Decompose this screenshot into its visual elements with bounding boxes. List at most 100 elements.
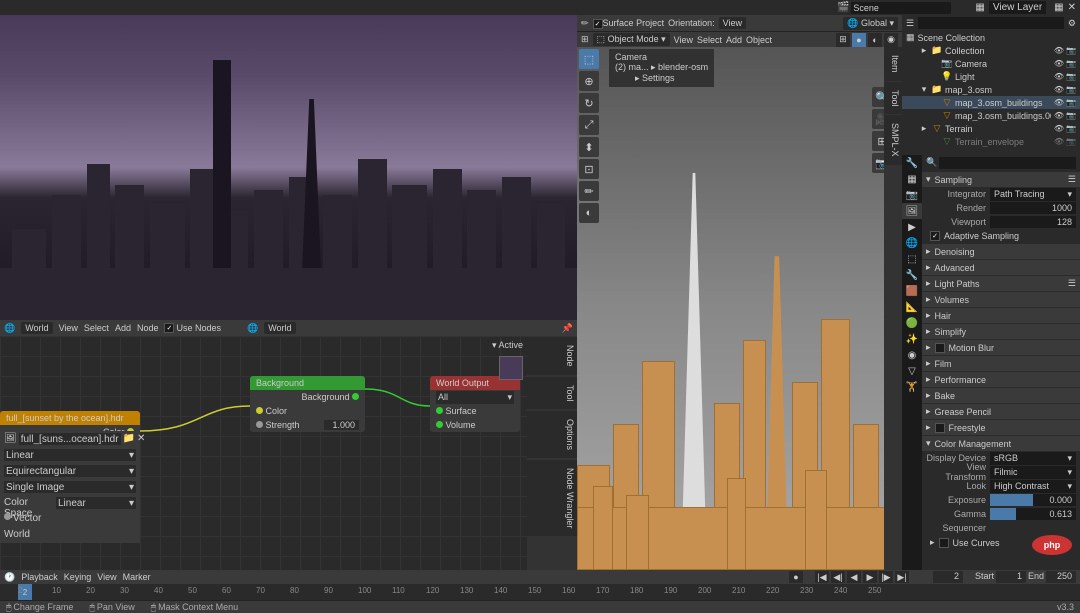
section-denoising[interactable]: ▸ Denoising: [922, 244, 1080, 259]
menu-node[interactable]: Node: [137, 323, 159, 333]
timeline-type-icon[interactable]: 🕐: [4, 572, 15, 583]
props-tab-6[interactable]: ⬚: [902, 251, 922, 267]
tl-view[interactable]: View: [97, 572, 116, 582]
props-tab-3[interactable]: 🖼: [902, 203, 922, 219]
outliner-item[interactable]: 💡Light👁📷: [902, 70, 1080, 83]
section-simplify[interactable]: ▸ Simplify: [922, 324, 1080, 339]
node-world-output[interactable]: World Output All▾ Surface Volume: [430, 376, 520, 432]
orientation-select[interactable]: View: [719, 17, 746, 29]
world-data-selector[interactable]: World: [264, 322, 295, 334]
viewport-tool-1[interactable]: ⊕: [579, 71, 599, 91]
image-mode-select[interactable]: Single Image▾: [4, 481, 136, 493]
outliner-item[interactable]: ▸▽Terrain👁📷: [902, 122, 1080, 135]
viewport-tool-3[interactable]: ⤢: [579, 115, 599, 135]
jump-next-key-icon[interactable]: |▶: [879, 571, 893, 583]
jump-start-icon[interactable]: |◀: [815, 571, 829, 583]
unlink-icon[interactable]: ✕: [137, 433, 145, 445]
tl-playback[interactable]: Playback: [21, 572, 58, 582]
scene-collection[interactable]: ▦ Scene Collection: [902, 31, 1080, 44]
display-device-select[interactable]: sRGB▾: [990, 452, 1076, 465]
n-panel-tab-node-wrangler[interactable]: Node Wrangler: [527, 460, 577, 536]
section-hair[interactable]: ▸ Hair: [922, 308, 1080, 323]
end-frame-input[interactable]: 250: [1046, 571, 1076, 583]
props-tab-11[interactable]: ✨: [902, 331, 922, 347]
socket-strength-in[interactable]: [256, 421, 263, 428]
adaptive-sampling-toggle[interactable]: Adaptive Sampling: [922, 229, 1080, 243]
browse-icon[interactable]: 📁: [123, 433, 135, 445]
vp-panel-tab-item[interactable]: Item: [884, 47, 902, 81]
menu-add[interactable]: Add: [115, 323, 131, 333]
viewport-samples-input[interactable]: 128: [990, 216, 1076, 228]
transform-orientation[interactable]: 🌐 Global ▾: [843, 17, 898, 30]
outliner-item[interactable]: ▽map_3.osm_buildings👁📷: [902, 96, 1080, 109]
timeline-scrubber[interactable]: 2 21020304050607080901001101201301401501…: [0, 584, 1080, 600]
start-frame-input[interactable]: 1: [996, 571, 1026, 583]
props-tab-8[interactable]: 🟫: [902, 283, 922, 299]
world-slot-selector[interactable]: World: [21, 322, 52, 334]
section-light-paths[interactable]: ▸ Light Paths☰: [922, 276, 1080, 291]
props-tab-0[interactable]: 🔧: [902, 155, 922, 171]
new-viewlayer-icon[interactable]: ▦: [1054, 2, 1063, 13]
render-preview[interactable]: [0, 15, 577, 320]
section-volumes[interactable]: ▸ Volumes: [922, 292, 1080, 307]
play-reverse-icon[interactable]: ◀: [847, 571, 861, 583]
integrator-select[interactable]: Path Tracing▾: [990, 188, 1076, 201]
editor-type-icon[interactable]: ⊞: [581, 34, 589, 45]
look-select[interactable]: High Contrast▾: [990, 480, 1076, 493]
outliner-item[interactable]: 📷Camera👁📷: [902, 57, 1080, 70]
render-samples-input[interactable]: 1000: [990, 202, 1076, 214]
socket-vector-in[interactable]: [4, 513, 11, 520]
props-tab-12[interactable]: ◉: [902, 347, 922, 363]
active-preview-swatch[interactable]: [499, 356, 523, 380]
view-transform-select[interactable]: Filmic▾: [990, 466, 1076, 479]
props-tab-10[interactable]: 🟢: [902, 315, 922, 331]
close-icon[interactable]: ✕: [1068, 2, 1076, 13]
use-nodes-toggle[interactable]: Use Nodes: [164, 323, 221, 333]
outliner-item[interactable]: ▽map_3.osm_buildings.001👁📷: [902, 109, 1080, 122]
tl-keying[interactable]: Keying: [64, 572, 92, 582]
section-advanced[interactable]: ▸ Advanced: [922, 260, 1080, 275]
mode-select[interactable]: ⬚ Object Mode ▾: [593, 33, 670, 46]
section-sampling[interactable]: ▾ Sampling☰: [922, 172, 1080, 187]
play-icon[interactable]: ▶: [863, 571, 877, 583]
socket-surface-in[interactable]: [436, 407, 443, 414]
n-panel-tab-node[interactable]: Node: [527, 337, 577, 375]
section-film[interactable]: ▸ Film: [922, 356, 1080, 371]
props-tab-14[interactable]: 🏋: [902, 379, 922, 395]
outliner-search[interactable]: [918, 17, 1064, 29]
props-tab-2[interactable]: 📷: [902, 187, 922, 203]
shading-solid-icon[interactable]: ●: [852, 33, 866, 47]
section-grease-pencil[interactable]: ▸ Grease Pencil: [922, 404, 1080, 419]
jump-end-icon[interactable]: ▶|: [895, 571, 909, 583]
output-target-select[interactable]: All▾: [436, 391, 514, 404]
current-frame-input[interactable]: 2: [933, 571, 963, 583]
scene-name-input[interactable]: [851, 2, 951, 14]
interpolation-select[interactable]: Linear▾: [4, 449, 136, 461]
section-bake[interactable]: ▸ Bake: [922, 388, 1080, 403]
section-motion-blur[interactable]: ▸ Motion Blur: [922, 340, 1080, 355]
section-performance[interactable]: ▸ Performance: [922, 372, 1080, 387]
props-tab-13[interactable]: ▽: [902, 363, 922, 379]
vp-menu-object[interactable]: Object: [746, 35, 772, 45]
props-tab-1[interactable]: ▦: [902, 171, 922, 187]
vp-menu-select[interactable]: Select: [697, 35, 722, 45]
outliner-item[interactable]: ▸📁Collection👁📷: [902, 44, 1080, 57]
socket-bg-out[interactable]: [352, 393, 359, 400]
filter-icon[interactable]: ⚙: [1068, 18, 1076, 29]
props-tab-5[interactable]: 🌐: [902, 235, 922, 251]
vp-panel-tab-tool[interactable]: Tool: [884, 82, 902, 115]
shading-rendered-icon[interactable]: ◉: [884, 33, 898, 47]
n-panel-tab-options[interactable]: Options: [527, 411, 577, 458]
colorspace-select[interactable]: Linear▾: [56, 497, 136, 509]
tl-marker[interactable]: Marker: [123, 572, 151, 582]
props-tab-7[interactable]: 🔧: [902, 267, 922, 283]
image-file-selector[interactable]: full_[suns...ocean].hdr: [19, 433, 121, 445]
vp-menu-view[interactable]: View: [674, 35, 693, 45]
socket-volume-in[interactable]: [436, 421, 443, 428]
props-tab-9[interactable]: 📐: [902, 299, 922, 315]
jump-prev-key-icon[interactable]: ◀|: [831, 571, 845, 583]
strength-value[interactable]: 1.000: [324, 420, 359, 430]
section-color-management[interactable]: ▾ Color Management: [922, 436, 1080, 451]
vp-panel-tab-smplx[interactable]: SMPL-X: [884, 115, 902, 165]
menu-view[interactable]: View: [59, 323, 78, 333]
